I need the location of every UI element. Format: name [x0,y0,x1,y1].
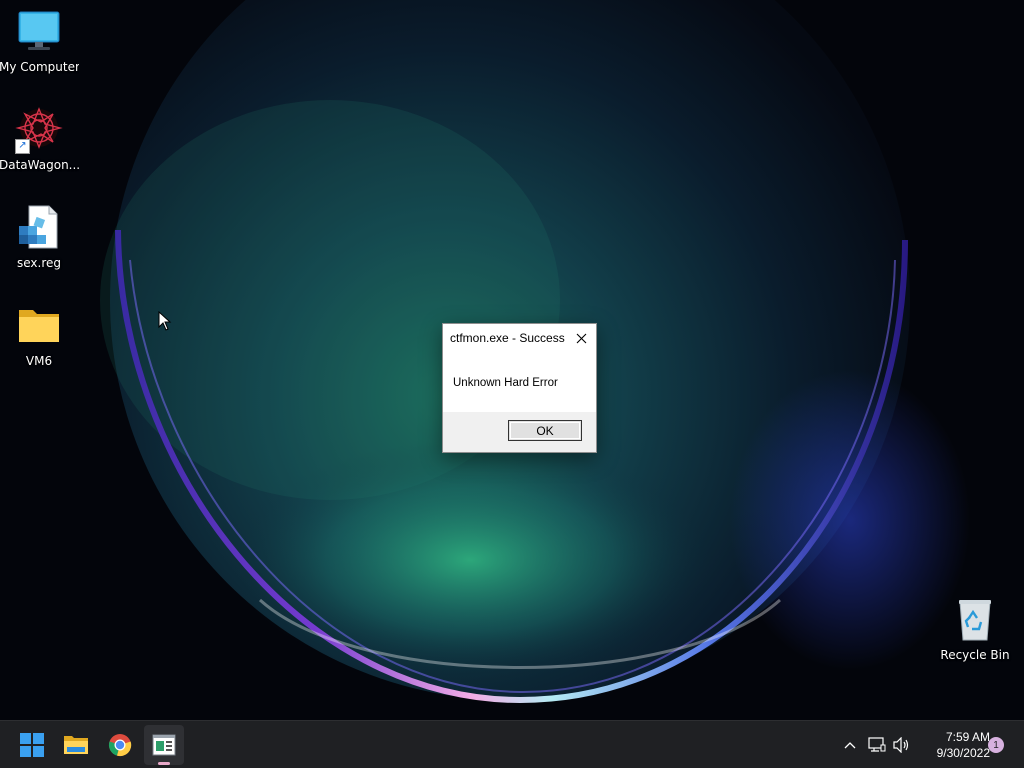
recycle-bin-icon [951,596,999,644]
network-button[interactable] [867,735,887,755]
active-window-icon [152,734,176,756]
desktop-icon-my-computer[interactable]: My Computer [0,8,79,74]
desktop-icon-label: DataWagon... [0,158,79,172]
desktop-icon-label: sex.reg [16,256,61,270]
taskbar-chrome[interactable] [100,725,140,765]
show-hidden-icons-button[interactable] [840,735,860,755]
taskbar-clock[interactable]: 7:59 AM 9/30/2022 [918,729,990,761]
monitor-icon [15,8,63,56]
ok-button[interactable]: OK [508,420,582,441]
notification-badge[interactable]: 1 [988,737,1004,753]
windows-start-icon [20,733,44,757]
desktop-icon-label: My Computer [0,60,79,74]
registry-file-icon [15,204,63,252]
mouse-cursor-icon [158,311,172,331]
network-icon [868,737,886,752]
dialog-footer: OK [443,412,596,452]
desktop-icon-label: Recycle Bin [940,648,1010,662]
chrome-icon [108,734,132,757]
close-icon [576,333,586,343]
desktop-icon-recycle-bin[interactable]: Recycle Bin [935,596,1015,662]
start-button[interactable] [12,725,52,765]
desktop-icon-vm6[interactable]: VM6 [0,302,79,368]
folder-icon [15,302,63,350]
volume-button[interactable] [892,735,912,755]
message-dialog: ctfmon.exe - Success Unknown Hard Error … [442,323,597,453]
desktop-icon-datawagon[interactable]: ↗ DataWagon... [0,106,79,172]
dialog-title: ctfmon.exe - Success [450,331,565,345]
dialog-message: Unknown Hard Error [453,377,558,389]
taskbar-file-explorer[interactable] [56,725,96,765]
file-explorer-icon [64,736,88,754]
taskbar: 7:59 AM 9/30/2022 1 [0,720,1024,768]
shortcut-arrow-icon: ↗ [15,139,30,154]
datawagon-icon: ↗ [15,106,63,154]
active-app-indicator [158,762,170,765]
volume-icon [893,737,909,753]
dialog-close-button[interactable] [570,328,592,348]
chevron-up-icon [844,742,856,749]
clock-time: 7:59 AM [945,730,990,744]
clock-date: 9/30/2022 [936,746,990,760]
taskbar-active-window[interactable] [144,725,184,765]
desktop-icon-sex-reg[interactable]: sex.reg [0,204,79,270]
desktop-icon-label: VM6 [25,354,53,368]
